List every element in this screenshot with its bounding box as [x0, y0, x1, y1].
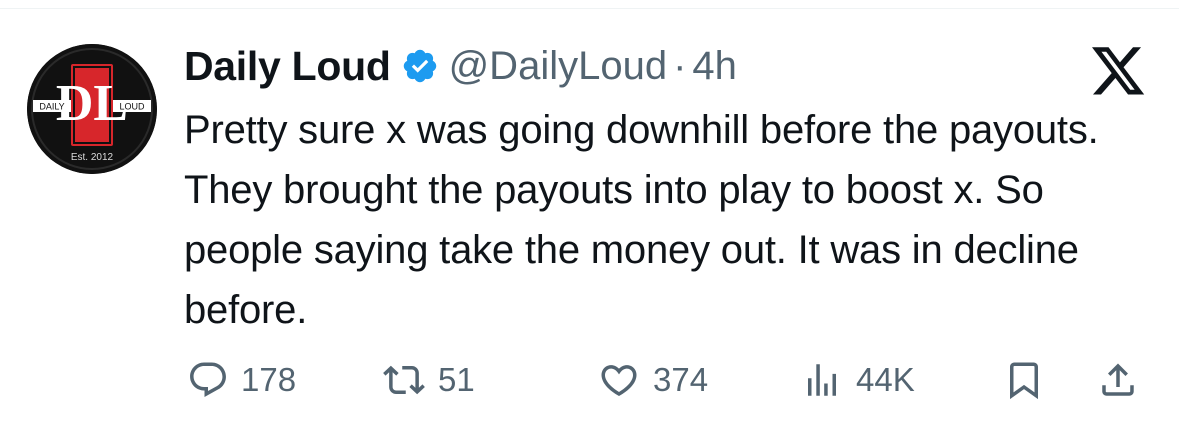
reply-button[interactable]: 178: [187, 350, 296, 410]
reply-icon: [190, 362, 226, 397]
avatar-est: Est. 2012: [71, 152, 114, 163]
share-icon: [1102, 363, 1134, 396]
repost-count: 51: [438, 361, 475, 398]
x-logo-icon: [1092, 47, 1146, 97]
bookmark-button[interactable]: [1003, 350, 1045, 410]
share-button[interactable]: [1097, 350, 1139, 410]
separator-dot: ·: [673, 43, 687, 88]
tweet-text: Pretty sure x was going downhill before …: [184, 108, 1099, 332]
timestamp[interactable]: 4h: [692, 44, 737, 89]
top-divider: [0, 8, 1179, 9]
daily-loud-logo: DL DAILY LOUD Est. 2012: [27, 44, 157, 174]
views-icon: [808, 364, 836, 396]
action-bar: 178 51 374 44K: [0, 350, 1179, 410]
like-count: 374: [653, 361, 709, 398]
heart-icon: [601, 365, 637, 397]
like-button[interactable]: 374: [597, 350, 708, 410]
avatar-right-word: LOUD: [119, 102, 145, 112]
bookmark-icon: [1010, 362, 1038, 400]
avatar[interactable]: DL DAILY LOUD Est. 2012: [27, 44, 157, 174]
handle[interactable]: @DailyLoud: [449, 44, 668, 89]
avatar-left-word: DAILY: [39, 102, 64, 112]
views-button[interactable]: 44K: [800, 350, 915, 410]
repost-button[interactable]: 51: [382, 350, 475, 410]
repost-icon: [383, 365, 425, 395]
verified-badge-icon: [401, 47, 439, 85]
reply-count: 178: [241, 361, 297, 398]
views-count: 44K: [856, 361, 915, 398]
display-name[interactable]: Daily Loud: [184, 43, 391, 90]
tweet-header: Daily Loud @DailyLoud · 4h: [184, 40, 737, 92]
